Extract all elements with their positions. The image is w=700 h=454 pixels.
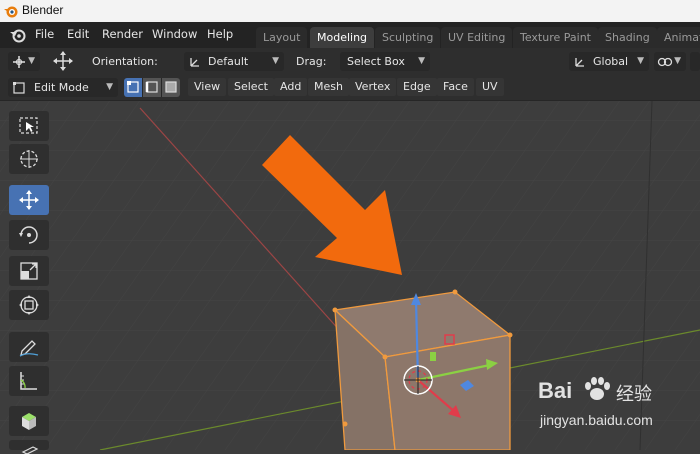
- orientation-label: Orientation:: [92, 55, 158, 68]
- transform-orientation-dropdown[interactable]: Global ▼: [569, 52, 649, 71]
- tool-add-cube[interactable]: [9, 406, 49, 436]
- edge-select-icon: [145, 81, 158, 93]
- tab-animation[interactable]: Animati: [657, 27, 700, 48]
- window-title: Blender: [22, 3, 64, 17]
- tool-cursor[interactable]: [9, 144, 49, 174]
- transform-icon: [19, 295, 39, 315]
- scale-icon: [20, 262, 38, 280]
- tool-settings-header: ▼ Orientation: Default ▼ Drag: Select Bo…: [0, 48, 700, 74]
- transform-tool-icon: [13, 56, 25, 68]
- orientation-value: Default: [208, 55, 249, 68]
- orientation-dropdown[interactable]: Default ▼: [184, 52, 284, 71]
- baidu-watermark: Bai 经验 jingyan.baidu.com: [538, 374, 688, 434]
- menu-view[interactable]: View: [188, 78, 227, 96]
- link-icon: [657, 57, 673, 67]
- select-mode-group: [124, 78, 180, 97]
- menu-window[interactable]: Window: [152, 27, 197, 41]
- global-axis-icon: [575, 58, 584, 67]
- tab-modeling[interactable]: Modeling: [310, 27, 375, 48]
- move-arrows-icon[interactable]: [52, 50, 74, 72]
- menu-face[interactable]: Face: [437, 78, 474, 96]
- mode-value: Edit Mode: [34, 81, 89, 94]
- drag-dropdown[interactable]: Select Box ▼: [340, 52, 430, 71]
- menu-vertex[interactable]: Vertex: [349, 78, 397, 96]
- tool-extrude[interactable]: [9, 440, 49, 454]
- rotate-icon: [19, 226, 38, 244]
- measure-ruler-icon: [20, 372, 37, 390]
- orientation-axis-icon: [190, 58, 199, 67]
- paw-logo-icon: [585, 377, 610, 400]
- menu-mesh[interactable]: Mesh: [308, 78, 349, 96]
- tab-texture-paint[interactable]: Texture Paint: [513, 27, 598, 48]
- menu-uv[interactable]: UV: [476, 78, 504, 96]
- mode-dropdown[interactable]: Edit Mode ▼: [8, 78, 118, 97]
- tool-move[interactable]: [9, 185, 49, 215]
- extrude-icon: [21, 446, 39, 454]
- menu-help[interactable]: Help: [207, 27, 233, 41]
- face-select-mode-button[interactable]: [162, 78, 180, 97]
- vertex-select-mode-button[interactable]: [124, 78, 142, 97]
- tab-layout[interactable]: Layout: [256, 27, 308, 48]
- chevron-down-icon: ▼: [106, 82, 113, 92]
- move-icon: [19, 190, 39, 210]
- face-select-icon: [165, 81, 177, 93]
- chevron-down-icon: ▼: [637, 56, 644, 66]
- pivot-point-dropdown[interactable]: ▼: [654, 52, 686, 71]
- window-titlebar: Blender: [0, 0, 700, 22]
- watermark-brand-suffix: 经验: [616, 384, 652, 405]
- drag-label: Drag:: [296, 55, 327, 68]
- menu-render[interactable]: Render: [102, 27, 143, 41]
- tab-sculpting[interactable]: Sculpting: [375, 27, 441, 48]
- chevron-down-icon: ▼: [674, 56, 681, 66]
- snap-toggle[interactable]: [690, 52, 700, 71]
- menu-add[interactable]: Add: [274, 78, 308, 96]
- vertex-select-icon: [127, 81, 139, 93]
- tab-uv-editing[interactable]: UV Editing: [441, 27, 513, 48]
- chevron-down-icon: ▼: [418, 56, 425, 66]
- tool-transform[interactable]: [9, 290, 49, 320]
- annotate-pencil-icon: [19, 340, 39, 357]
- blender-logo-icon[interactable]: [9, 27, 27, 43]
- menu-select[interactable]: Select: [228, 78, 274, 96]
- add-cube-icon: [22, 413, 36, 430]
- watermark-url: jingyan.baidu.com: [540, 412, 653, 428]
- tool-annotate[interactable]: [9, 332, 49, 362]
- chevron-down-icon: ▼: [272, 56, 279, 66]
- tab-shading[interactable]: Shading: [598, 27, 657, 48]
- tool-measure[interactable]: [9, 366, 49, 396]
- tool-selector-dropdown[interactable]: ▼: [8, 52, 40, 71]
- watermark-brand: Bai: [538, 378, 573, 403]
- edit-mode-icon: [13, 82, 25, 94]
- drag-value: Select Box: [347, 55, 405, 68]
- tool-select-box[interactable]: [9, 111, 49, 141]
- transform-orientation-value: Global: [593, 55, 629, 68]
- select-box-icon: [19, 117, 38, 134]
- blender-app-icon: [4, 6, 18, 18]
- menu-edit[interactable]: Edit: [67, 27, 89, 41]
- menu-edge[interactable]: Edge: [397, 78, 437, 96]
- tool-scale[interactable]: [9, 256, 49, 286]
- tool-rotate[interactable]: [9, 220, 49, 250]
- edge-select-mode-button[interactable]: [143, 78, 161, 97]
- menu-file[interactable]: File: [35, 27, 54, 41]
- chevron-down-icon: ▼: [28, 56, 35, 66]
- cursor-icon: [20, 150, 38, 168]
